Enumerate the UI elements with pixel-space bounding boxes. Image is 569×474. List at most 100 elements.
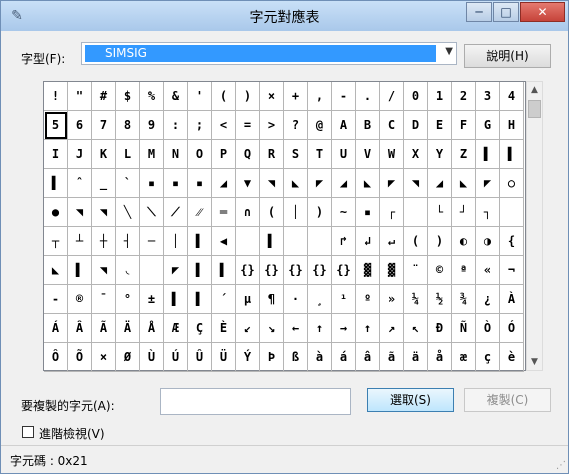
character-cell[interactable]: ▌ [164, 285, 188, 314]
character-cell[interactable]: ═ [212, 198, 236, 227]
character-cell[interactable]: ä [404, 343, 428, 372]
character-cell[interactable]: ▌ [188, 285, 212, 314]
character-cell[interactable]: ▌ [500, 140, 524, 169]
character-cell[interactable] [308, 227, 332, 256]
character-cell[interactable]: E [428, 111, 452, 140]
character-cell[interactable]: ⟍ [140, 198, 164, 227]
character-cell[interactable]: Ç [188, 314, 212, 343]
character-cell[interactable]: Ñ [452, 314, 476, 343]
character-cell[interactable]: └ [428, 198, 452, 227]
character-cell[interactable]: ` [116, 169, 140, 198]
character-cell[interactable]: ª [452, 256, 476, 285]
character-cell[interactable]: ∩ [236, 198, 260, 227]
character-cell[interactable]: À [500, 285, 524, 314]
character-cell[interactable]: Ó [500, 314, 524, 343]
character-cell[interactable]: ◑ [476, 227, 500, 256]
character-cell[interactable]: ▌ [68, 256, 92, 285]
character-cell[interactable]: A [332, 111, 356, 140]
character-cell[interactable]: ▌ [44, 169, 68, 198]
chevron-down-icon[interactable]: ▼ [445, 46, 453, 57]
character-cell[interactable]: ´ [212, 285, 236, 314]
character-cell[interactable] [404, 198, 428, 227]
character-cell[interactable]: N [164, 140, 188, 169]
character-cell[interactable]: ↗ [380, 314, 404, 343]
character-cell[interactable]: ┐ [476, 198, 500, 227]
character-cell[interactable]: Ã [92, 314, 116, 343]
character-cell[interactable]: Z [452, 140, 476, 169]
character-cell[interactable]: ? [284, 111, 308, 140]
character-cell[interactable]: X [404, 140, 428, 169]
character-cell[interactable]: ¿ [476, 285, 500, 314]
character-cell[interactable]: Æ [164, 314, 188, 343]
character-cell[interactable]: ◣ [284, 169, 308, 198]
character-cell[interactable]: ▪ [356, 198, 380, 227]
grid-scrollbar[interactable]: ▲ ▼ [526, 81, 543, 371]
character-cell[interactable]: æ [452, 343, 476, 372]
character-cell[interactable]: ▓ [356, 256, 380, 285]
character-cell[interactable]: ↑ [356, 314, 380, 343]
character-cell[interactable]: 3 [476, 82, 500, 111]
character-cell[interactable]: ⁄⁄ [188, 198, 212, 227]
character-cell[interactable]: ⟋ [164, 198, 188, 227]
character-cell[interactable]: < [212, 111, 236, 140]
character-cell[interactable]: ˆ [68, 169, 92, 198]
character-cell[interactable]: ← [284, 314, 308, 343]
character-cell[interactable]: Q [236, 140, 260, 169]
character-cell[interactable]: Ú [164, 343, 188, 372]
character-cell[interactable]: ▼ [236, 169, 260, 198]
character-cell[interactable]: ↙ [236, 314, 260, 343]
character-cell[interactable]: {} [284, 256, 308, 285]
character-cell[interactable]: 0 [404, 82, 428, 111]
character-cell[interactable]: W [380, 140, 404, 169]
character-cell[interactable]: · [284, 285, 308, 314]
character-cell[interactable]: ▌ [476, 140, 500, 169]
character-cell[interactable]: ╲ [116, 198, 140, 227]
character-cell[interactable]: ┬ [44, 227, 68, 256]
character-cell[interactable]: © [428, 256, 452, 285]
character-cell[interactable]: ◣ [44, 256, 68, 285]
character-cell[interactable]: ◤ [380, 169, 404, 198]
character-cell[interactable]: U [332, 140, 356, 169]
character-cell[interactable]: ↘ [260, 314, 284, 343]
character-cell[interactable]: 4 [500, 82, 524, 111]
character-cell[interactable]: ; [188, 111, 212, 140]
character-cell[interactable]: Ý [236, 343, 260, 372]
character-cell[interactable]: . [356, 82, 380, 111]
character-cell[interactable]: O [188, 140, 212, 169]
character-cell[interactable]: {} [332, 256, 356, 285]
character-cell[interactable]: ▓ [380, 256, 404, 285]
character-cell[interactable]: ~ [332, 198, 356, 227]
character-cell[interactable]: 5 [44, 111, 68, 140]
character-cell[interactable]: ® [68, 285, 92, 314]
character-cell[interactable]: à [308, 343, 332, 372]
character-cell[interactable]: â [356, 343, 380, 372]
character-cell[interactable]: $ [116, 82, 140, 111]
character-cell[interactable]: ã [380, 343, 404, 372]
character-cell[interactable]: │ [284, 198, 308, 227]
character-cell[interactable]: ◀ [212, 227, 236, 256]
character-cell[interactable]: ↖ [404, 314, 428, 343]
character-cell[interactable]: è [500, 343, 524, 372]
character-cell[interactable]: → [332, 314, 356, 343]
character-cell[interactable]: ◥ [404, 169, 428, 198]
character-cell[interactable]: ┼ [92, 227, 116, 256]
character-cell[interactable]: ¨ [404, 256, 428, 285]
character-cell[interactable]: { [500, 227, 524, 256]
character-cell[interactable]: ¸ [308, 285, 332, 314]
character-cell[interactable]: » [380, 285, 404, 314]
character-cell[interactable]: ◣ [356, 169, 380, 198]
character-cell[interactable]: P [212, 140, 236, 169]
character-cell[interactable]: ( [260, 198, 284, 227]
character-cell[interactable]: å [428, 343, 452, 372]
character-cell[interactable]: / [380, 82, 404, 111]
character-cell[interactable]: _ [92, 169, 116, 198]
character-cell[interactable]: ┘ [452, 198, 476, 227]
character-cell[interactable] [284, 227, 308, 256]
character-cell[interactable]: D [404, 111, 428, 140]
character-cell[interactable]: {} [236, 256, 260, 285]
character-cell[interactable]: « [476, 256, 500, 285]
character-cell[interactable]: ↑ [308, 314, 332, 343]
character-cell[interactable] [140, 256, 164, 285]
character-cell[interactable] [236, 227, 260, 256]
character-cell[interactable] [500, 198, 524, 227]
